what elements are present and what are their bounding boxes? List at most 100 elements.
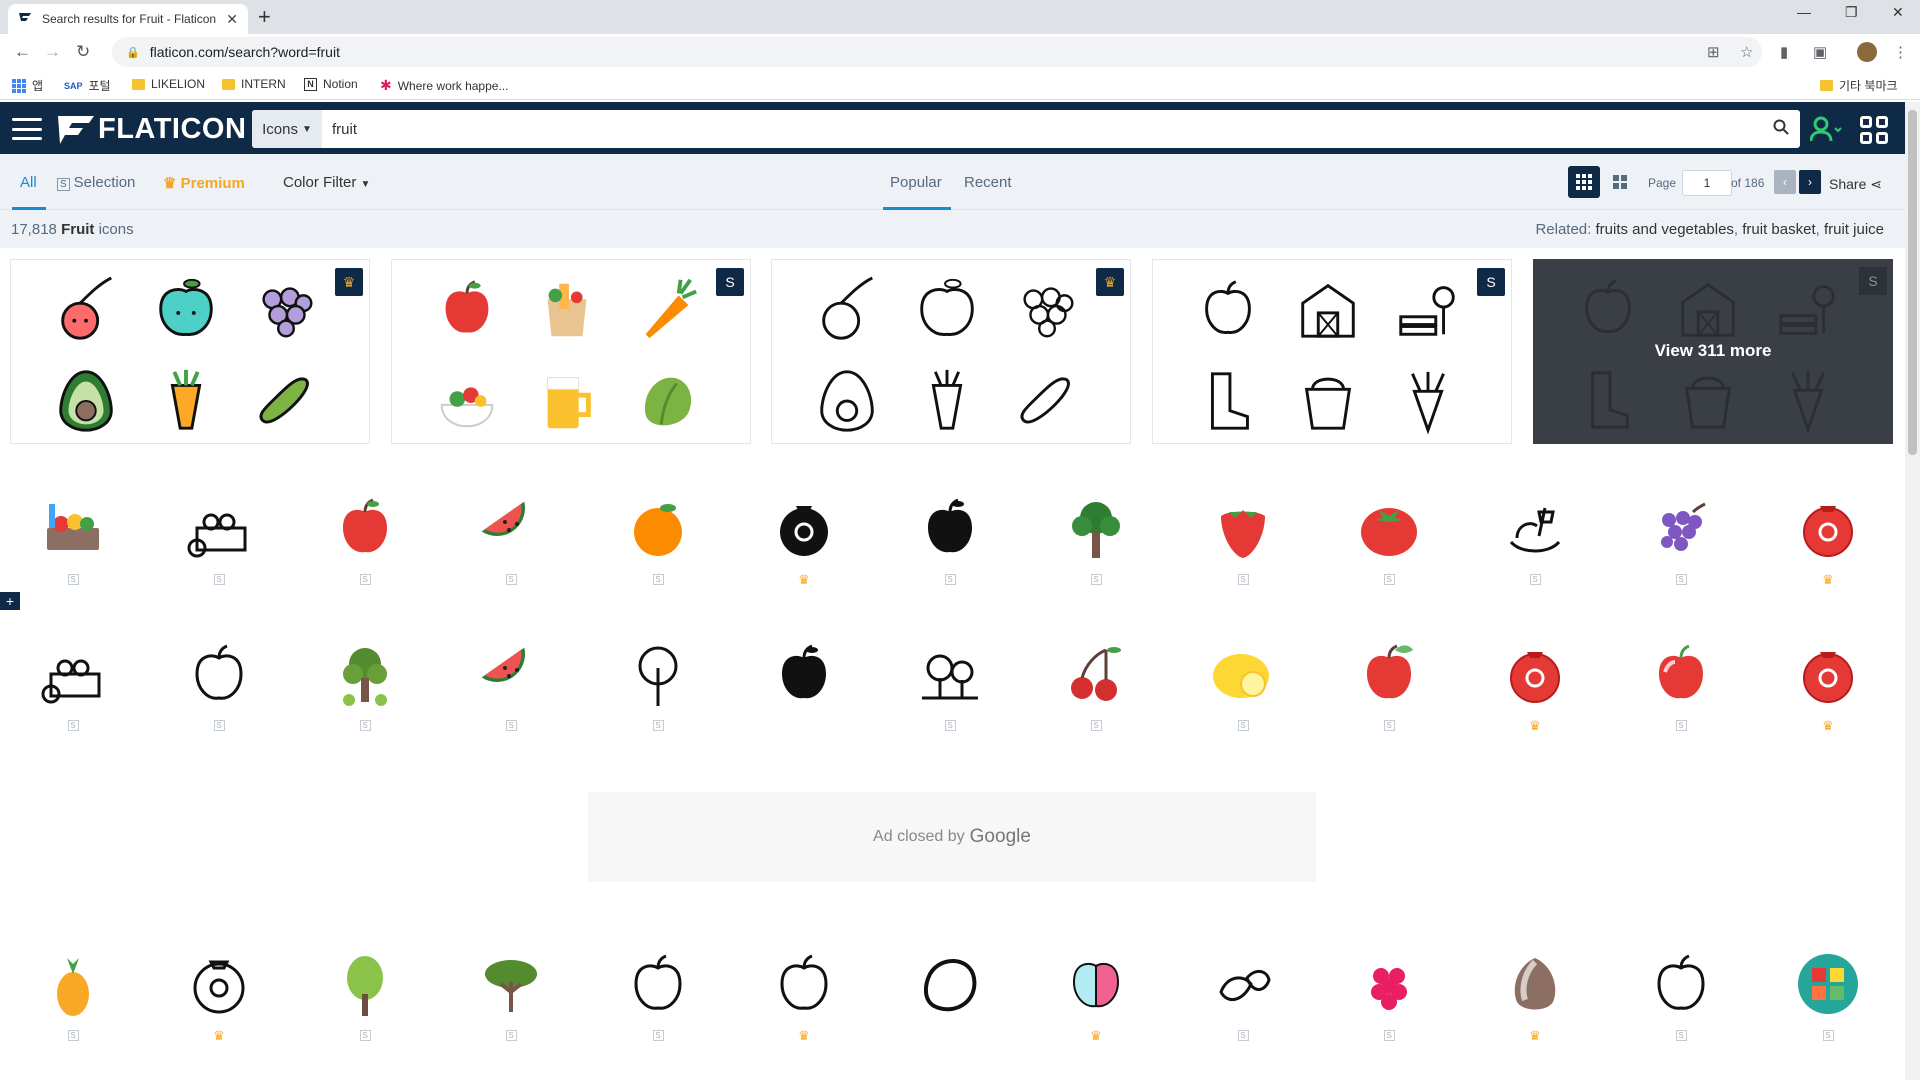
extension-icon[interactable]: ▮ xyxy=(1780,43,1788,61)
icon-result[interactable]: ♛ xyxy=(1023,948,1169,1058)
bookmark-slack[interactable]: ✱ Where work happe... xyxy=(380,77,508,94)
icon-pack-farm[interactable]: S xyxy=(1152,259,1512,444)
bookmark-likelion[interactable]: LIKELION xyxy=(132,77,205,91)
icon-result[interactable]: S xyxy=(0,948,146,1058)
folder-icon xyxy=(1820,80,1833,91)
search-type-dropdown[interactable]: Icons ▼ xyxy=(252,110,322,148)
filter-selection[interactable]: S Selection xyxy=(57,174,135,191)
icon-result[interactable]: S xyxy=(585,948,731,1058)
icon-result[interactable]: S xyxy=(438,492,584,602)
search-icon[interactable] xyxy=(1762,119,1800,140)
sort-recent[interactable]: Recent xyxy=(964,174,1012,191)
share-button[interactable]: Share ⋖ xyxy=(1829,176,1882,193)
icon-result[interactable]: ♛ xyxy=(1462,638,1608,748)
view-small-grid-button[interactable] xyxy=(1568,166,1600,198)
strawberry-icon xyxy=(1207,492,1279,564)
forward-icon[interactable]: → xyxy=(44,42,61,62)
icon-pack-fruit-outline[interactable]: ♛ xyxy=(771,259,1131,444)
close-window-icon[interactable]: ✕ xyxy=(1892,4,1904,21)
address-bar[interactable]: 🔒 flaticon.com/search?word=fruit xyxy=(112,37,1762,67)
icon-result[interactable]: S xyxy=(1316,638,1462,748)
icon-result[interactable]: S xyxy=(1608,638,1754,748)
icon-pack-groceries[interactable]: S xyxy=(391,259,751,444)
user-account-icon[interactable] xyxy=(1809,116,1844,148)
page-scrollbar-thumb[interactable] xyxy=(1908,110,1917,455)
icon-result[interactable]: S xyxy=(1170,638,1316,748)
books-tree-icon xyxy=(1393,274,1463,344)
flaticon-logo[interactable]: FLATICON xyxy=(56,113,246,146)
page-number-input[interactable]: 1 xyxy=(1682,170,1732,196)
icon-result[interactable]: S xyxy=(1170,492,1316,602)
color-filter-dropdown[interactable]: Color Filter ▼ xyxy=(283,174,370,191)
icon-result[interactable]: S xyxy=(438,948,584,1058)
icon-result[interactable]: S xyxy=(1608,948,1754,1058)
icon-result[interactable]: ♛ xyxy=(1755,638,1901,748)
icon-result[interactable]: S xyxy=(0,638,146,748)
close-tab-icon[interactable]: ✕ xyxy=(226,11,238,28)
icon-result[interactable]: ♛ xyxy=(1755,492,1901,602)
back-icon[interactable]: ← xyxy=(14,42,31,62)
browser-tab[interactable]: Search results for Fruit - Flaticon ✕ xyxy=(8,4,248,34)
bookmark-portal[interactable]: SAP 포털 xyxy=(64,77,111,94)
icon-result[interactable]: S xyxy=(146,492,292,602)
apps-grid-icon[interactable] xyxy=(1860,116,1888,144)
icon-result[interactable]: S xyxy=(292,492,438,602)
icon-pack-kawaii[interactable]: ♛ xyxy=(10,259,370,444)
icon-result[interactable]: S xyxy=(438,638,584,748)
selection-badge-icon: S xyxy=(1859,267,1887,295)
filter-premium[interactable]: ♛ Premium xyxy=(163,174,245,192)
bookmark-star-icon[interactable]: ☆ xyxy=(1740,43,1753,61)
filter-all[interactable]: All xyxy=(20,174,37,191)
icon-result[interactable]: S xyxy=(1023,492,1169,602)
icon-result[interactable]: ♛ xyxy=(146,948,292,1058)
next-page-icon[interactable]: › xyxy=(1799,170,1821,194)
icon-result[interactable]: S xyxy=(585,638,731,748)
icon-result[interactable]: ♛ xyxy=(731,492,877,602)
notion-extension-icon[interactable]: ▣ xyxy=(1813,43,1827,61)
hamburger-menu-icon[interactable] xyxy=(12,118,42,140)
icon-result[interactable]: S xyxy=(1023,638,1169,748)
flaticon-logo-icon xyxy=(58,115,94,144)
large-grid-icon xyxy=(1613,175,1627,189)
bookmark-intern[interactable]: INTERN xyxy=(222,77,286,91)
profile-avatar[interactable] xyxy=(1857,42,1877,62)
icon-result[interactable]: S xyxy=(877,492,1023,602)
crown-icon: ♛ xyxy=(163,175,177,192)
icon-result[interactable] xyxy=(877,948,1023,1058)
prev-page-icon[interactable]: ‹ xyxy=(1774,170,1796,194)
icon-result[interactable]: S xyxy=(1316,948,1462,1058)
icon-result[interactable]: S xyxy=(1755,948,1901,1058)
icon-result[interactable]: S xyxy=(877,638,1023,748)
premium-crown-icon: ♛ xyxy=(1529,717,1541,733)
restore-icon[interactable]: ❐ xyxy=(1845,4,1858,21)
icon-result[interactable]: S xyxy=(1608,492,1754,602)
icon-result[interactable] xyxy=(731,638,877,748)
icon-result[interactable]: S xyxy=(1316,492,1462,602)
icon-result[interactable]: S xyxy=(585,492,731,602)
radish-icon xyxy=(1773,365,1843,435)
icon-result[interactable]: S xyxy=(1170,948,1316,1058)
icon-result[interactable]: S xyxy=(1462,492,1608,602)
icon-result[interactable]: ♛ xyxy=(1462,948,1608,1058)
bookmark-notion[interactable]: N Notion xyxy=(304,77,358,91)
icon-result[interactable]: S xyxy=(292,638,438,748)
related-link[interactable]: fruit basket xyxy=(1742,221,1815,238)
icon-result[interactable]: S xyxy=(146,638,292,748)
icon-result[interactable]: S xyxy=(292,948,438,1058)
reload-icon[interactable]: ↻ xyxy=(76,42,90,62)
icon-result[interactable]: ♛ xyxy=(731,948,877,1058)
minimize-icon[interactable]: — xyxy=(1797,4,1811,20)
selection-mark-icon: S xyxy=(1529,574,1541,585)
bookmark-other[interactable]: 기타 북마크 xyxy=(1820,77,1898,94)
related-link[interactable]: fruits and vegetables xyxy=(1595,221,1733,238)
search-input[interactable]: fruit xyxy=(322,121,1762,138)
view-large-grid-button[interactable] xyxy=(1604,166,1636,198)
related-link[interactable]: fruit juice xyxy=(1824,221,1884,238)
translate-icon[interactable]: ⊞ xyxy=(1707,43,1720,61)
bookmark-apps[interactable]: 앱 xyxy=(12,77,43,94)
sort-popular[interactable]: Popular xyxy=(890,174,942,191)
menu-dots-icon[interactable]: ⋮ xyxy=(1893,43,1908,61)
view-more-packs[interactable]: S View 311 more xyxy=(1533,259,1893,444)
new-tab-icon[interactable]: + xyxy=(258,4,271,30)
icon-result[interactable]: S xyxy=(0,492,146,602)
